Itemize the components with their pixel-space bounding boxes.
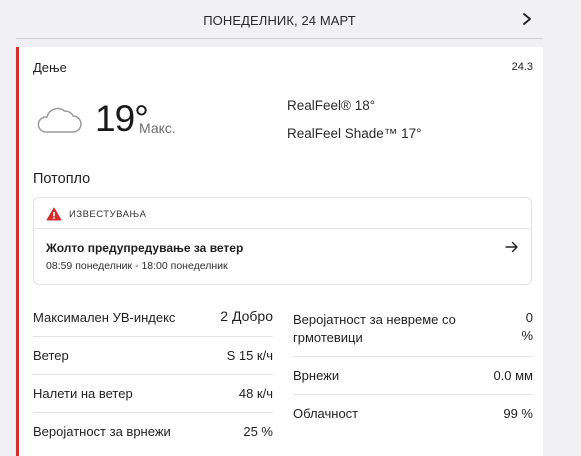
period-date: 24.3 [511, 61, 533, 73]
detail-row-uv: Максимален УВ-индекс 2 Добро [33, 300, 273, 337]
realfeel: RealFeel® 18° [287, 98, 376, 113]
detail-row-precip-probability: Веројатност за врнежи 25 % [33, 413, 273, 451]
temperature-label: Макс. [139, 120, 176, 136]
arrow-right-icon[interactable] [505, 241, 519, 253]
detail-value: 2 Добро [220, 308, 273, 324]
detail-row-wind: Ветер S 15 к/ч [33, 337, 273, 375]
alert-title: ИЗВЕСТУВАЊА [69, 209, 147, 220]
detail-label: Веројатност за врнежи [33, 424, 171, 439]
realfeel-shade: RealFeel Shade™ 17° [287, 126, 422, 141]
detail-label: Облачност [293, 406, 359, 421]
alert-header: ИЗВЕСТУВАЊА [34, 198, 531, 229]
details-left-column: Максимален УВ-индекс 2 Добро Ветер S 15 … [33, 300, 273, 451]
day-forecast-card: Дење 24.3 19° Макс. RealFeel® 18° RealFe… [16, 47, 543, 456]
cloud-icon [37, 107, 82, 133]
detail-value: 48 к/ч [238, 386, 273, 401]
alert-box[interactable]: ИЗВЕСТУВАЊА Жолто предупредување за вете… [33, 197, 532, 285]
day-navigation: ПОНЕДЕЛНИК, 24 МАРТ [16, 0, 543, 39]
day-title: ПОНЕДЕЛНИК, 24 МАРТ [203, 13, 356, 28]
period-label: Дење [33, 60, 67, 75]
alert-time: 08:59 понеделник - 18:00 понеделник [46, 260, 228, 272]
weather-phrase: Потопло [33, 171, 91, 187]
alert-name: Жолто предупредување за ветер [46, 241, 244, 255]
detail-label: Врнежи [293, 368, 340, 383]
detail-row-gusts: Налети на ветер 48 к/ч [33, 375, 273, 413]
detail-value: 25 % [243, 424, 273, 439]
detail-label: Веројатност за невреме со грмотевици [293, 312, 456, 345]
warning-icon [46, 207, 62, 221]
detail-label: Налети на ветер [33, 386, 133, 401]
detail-value: 0.0 мм [493, 368, 533, 383]
detail-row-precipitation: Врнежи 0.0 мм [293, 357, 533, 395]
detail-row-cloud-cover: Облачност 99 % [293, 395, 533, 433]
detail-value: 0 % [521, 310, 533, 343]
detail-value: 99 % [503, 406, 533, 421]
chevron-right-icon[interactable] [520, 10, 534, 28]
detail-label: Ветер [33, 348, 69, 363]
detail-label: Максимален УВ-индекс [33, 310, 176, 325]
detail-value: S 15 к/ч [226, 348, 273, 363]
details-right-column: Веројатност за невреме со грмотевици 0 %… [293, 300, 533, 433]
detail-row-thunderstorm-probability: Веројатност за невреме со грмотевици 0 % [293, 300, 533, 357]
card-header: Дење 24.3 [33, 60, 533, 76]
